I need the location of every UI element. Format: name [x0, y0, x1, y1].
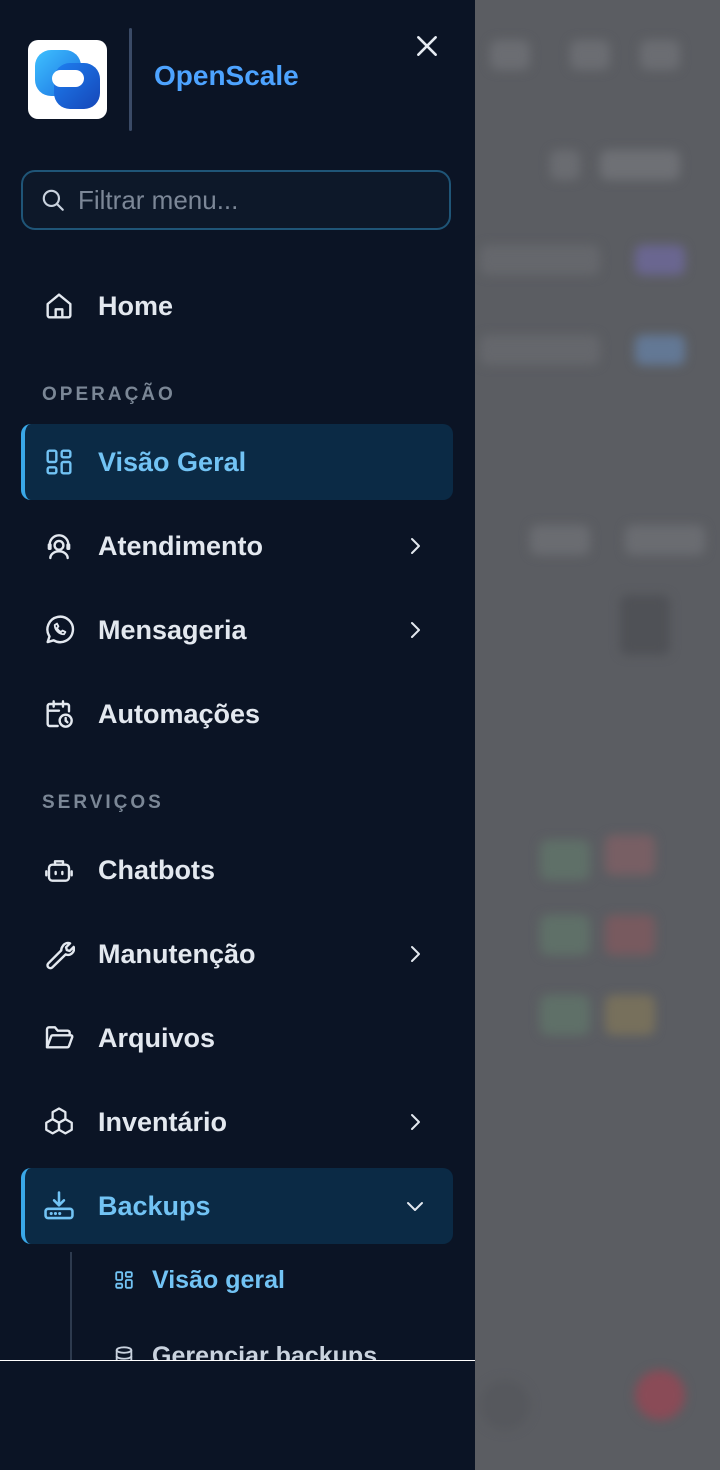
close-icon	[417, 36, 437, 56]
home-icon	[41, 288, 77, 324]
nav-item-label: Automações	[98, 698, 261, 729]
nav-item-home[interactable]: Home	[21, 268, 453, 344]
search-icon	[42, 189, 64, 211]
nav-item-atendimento[interactable]: Atendimento	[21, 508, 453, 584]
nav-item-label: Visão Geral	[98, 446, 247, 477]
chevron-right-icon	[411, 1114, 420, 1130]
nav-item-label: Arquivos	[98, 1022, 216, 1053]
calendar-clock-icon	[41, 696, 77, 732]
dashboard-grid-icon	[41, 444, 77, 480]
wrench-icon	[41, 936, 77, 972]
nav-item-arquivos[interactable]: Arquivos	[21, 1000, 453, 1076]
nav-item-label: Manutenção	[98, 938, 256, 969]
nav-item-inventario[interactable]: Inventário	[21, 1084, 453, 1160]
nav-item-chatbots[interactable]: Chatbots	[21, 832, 453, 908]
chevron-right-icon	[411, 622, 420, 638]
brand-name: OpenScale	[154, 60, 299, 91]
nav-item-mensageria[interactable]: Mensageria	[21, 592, 453, 668]
brand-divider	[129, 28, 132, 131]
brand-logo	[28, 40, 107, 119]
robot-icon	[41, 852, 77, 888]
subnav-item-label: Visão geral	[152, 1265, 285, 1294]
chevron-down-icon	[407, 1202, 423, 1211]
subnav-item-label: Gerenciar backups	[152, 1341, 378, 1361]
sidebar-drawer: OpenScale Home OPERAÇÃO	[0, 0, 475, 1361]
dashboard-grid-icon	[112, 1268, 136, 1292]
section-title-operacao: OPERAÇÃO	[42, 384, 176, 405]
whatsapp-icon	[41, 612, 77, 648]
nav-item-automacoes[interactable]: Automações	[21, 676, 453, 752]
nav-item-label: Atendimento	[98, 530, 263, 561]
close-drawer-button[interactable]	[407, 26, 447, 66]
database-icon	[112, 1344, 136, 1360]
nav-item-backups[interactable]: Backups	[21, 1168, 453, 1244]
sidebar-footer	[0, 1361, 475, 1470]
nav-item-visao-geral[interactable]: Visão Geral	[21, 424, 453, 500]
nav-item-manutencao[interactable]: Manutenção	[21, 916, 453, 992]
nav-item-label: Chatbots	[98, 854, 215, 885]
menu-filter-input[interactable]	[76, 183, 430, 217]
support-agent-icon	[41, 528, 77, 564]
boxes-icon	[41, 1104, 77, 1140]
chevron-right-icon	[411, 946, 420, 962]
folder-open-icon	[41, 1020, 77, 1056]
nav-item-label: Home	[98, 290, 174, 321]
menu-filter-box	[21, 170, 451, 230]
subnav-item-gerenciar-backups[interactable]: Gerenciar backups	[112, 1336, 378, 1361]
submenu-guide-line	[70, 1252, 72, 1360]
nav-item-label: Inventário	[98, 1106, 228, 1137]
subnav-item-backups-visao-geral[interactable]: Visão geral	[112, 1260, 285, 1300]
backup-download-icon	[41, 1188, 77, 1224]
nav-item-label: Backups	[98, 1190, 211, 1221]
brand-logo-icon	[35, 50, 100, 109]
chevron-right-icon	[411, 538, 420, 554]
section-title-servicos: SERVIÇOS	[42, 792, 164, 813]
nav-item-label: Mensageria	[98, 614, 247, 645]
